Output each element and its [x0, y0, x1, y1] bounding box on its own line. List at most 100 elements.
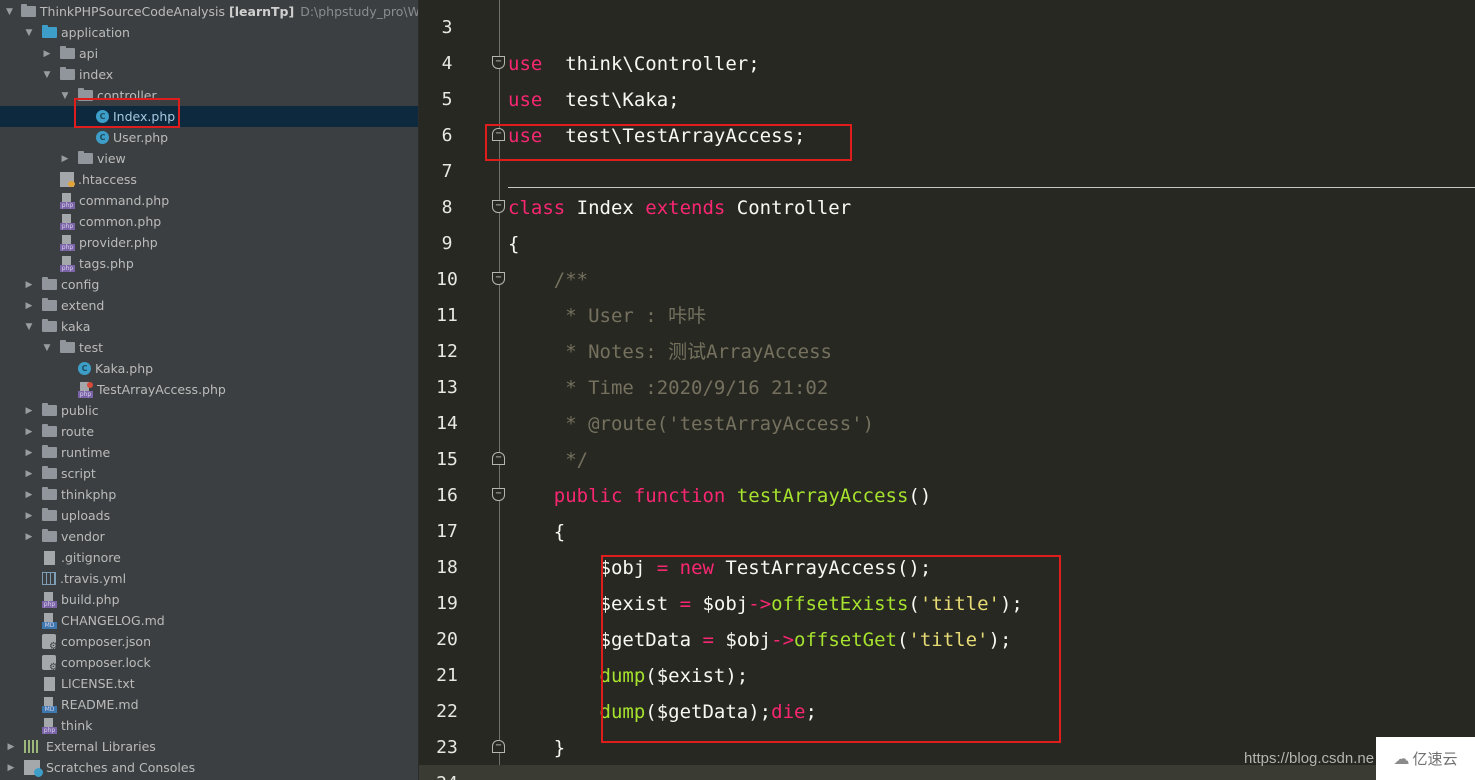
fold-end-icon[interactable]: −	[492, 452, 505, 465]
tree-item[interactable]: ▶ view	[0, 148, 418, 169]
tree-item[interactable]: C Index.php	[0, 106, 418, 127]
collapse-arrow-icon[interactable]: ▶	[42, 49, 52, 59]
code-line[interactable]: 14 * @route('testArrayAccess')	[419, 406, 1475, 442]
collapse-arrow-icon[interactable]: ▶	[24, 406, 34, 416]
code-text: * User : 咔咔	[508, 298, 706, 334]
tree-item[interactable]: ▶ runtime	[0, 442, 418, 463]
code-line[interactable]: 8 − class Index extends Controller	[419, 190, 1475, 226]
tree-item[interactable]: ▶ thinkphp	[0, 484, 418, 505]
code-line[interactable]: 15 − */	[419, 442, 1475, 478]
code-line[interactable]: 17 {	[419, 514, 1475, 550]
line-number: 23	[436, 737, 458, 758]
collapse-arrow-icon[interactable]: ▶	[60, 154, 70, 164]
tree-item[interactable]: ▶ script	[0, 463, 418, 484]
module-name: [learnTp]	[229, 4, 295, 19]
line-number: 17	[436, 521, 458, 542]
keyword-token: use	[508, 89, 543, 111]
tree-item[interactable]: .gitignore	[0, 547, 418, 568]
source-folder-icon	[42, 25, 57, 38]
code-line[interactable]: 9{	[419, 226, 1475, 262]
code-line[interactable]: 5 use test\Kaka;	[419, 82, 1475, 118]
folder-icon	[20, 4, 36, 17]
tree-item[interactable]: .travis.yml	[0, 568, 418, 589]
tree-item[interactable]: php provider.php	[0, 232, 418, 253]
tree-item-label: TestArrayAccess.php	[97, 382, 226, 397]
tree-item[interactable]: ▶ vendor	[0, 526, 418, 547]
fold-collapse-icon[interactable]: −	[492, 272, 505, 285]
tree-item[interactable]: composer.json	[0, 631, 418, 652]
code-line[interactable]: 13 * Time :2020/9/16 21:02	[419, 370, 1475, 406]
tree-item[interactable]: php think	[0, 715, 418, 736]
tree-item[interactable]: ▶ External Libraries	[0, 736, 418, 757]
collapse-arrow-icon[interactable]: ▶	[24, 490, 34, 500]
tree-item[interactable]: php common.php	[0, 211, 418, 232]
collapse-arrow-icon[interactable]: ▶	[24, 301, 34, 311]
line-number: 7	[441, 161, 453, 182]
tree-item[interactable]: php tags.php	[0, 253, 418, 274]
tree-item[interactable]: ▼ application	[0, 22, 418, 43]
collapse-arrow-icon[interactable]: ▶	[24, 469, 34, 479]
expand-arrow-icon[interactable]: ▼	[24, 322, 34, 332]
tree-item[interactable]: ▶ config	[0, 274, 418, 295]
expand-arrow-icon[interactable]: ▼	[42, 70, 52, 80]
code-text: * Notes: 测试ArrayAccess	[508, 334, 832, 370]
scratches-icon	[24, 760, 43, 777]
tree-root[interactable]: ▼ ThinkPHPSourceCodeAnalysis [learnTp] D:\p…	[0, 1, 418, 22]
fold-collapse-icon[interactable]: −	[492, 56, 505, 69]
tree-item[interactable]: composer.lock	[0, 652, 418, 673]
tree-item[interactable]: php command.php	[0, 190, 418, 211]
code-line[interactable]: 10 − /**	[419, 262, 1475, 298]
tree-item[interactable]: ▶ Scratches and Consoles	[0, 757, 418, 778]
expand-arrow-icon[interactable]: ▼	[42, 343, 52, 353]
collapse-arrow-icon[interactable]: ▶	[24, 511, 34, 521]
code-line[interactable]: 11 * User : 咔咔	[419, 298, 1475, 334]
line-number: 4	[441, 53, 453, 74]
fold-collapse-icon[interactable]: −	[492, 488, 505, 501]
project-name: ThinkPHPSourceCodeAnalysis	[39, 4, 226, 19]
tree-item[interactable]: ▶ public	[0, 400, 418, 421]
code-line[interactable]: 12 * Notes: 测试ArrayAccess	[419, 334, 1475, 370]
tree-item[interactable]: ▼ controller	[0, 85, 418, 106]
collapse-arrow-icon[interactable]: ▶	[24, 448, 34, 458]
tree-item[interactable]: ▶ extend	[0, 295, 418, 316]
tree-item[interactable]: ▶ uploads	[0, 505, 418, 526]
tree-item[interactable]: ▼ index	[0, 64, 418, 85]
tree-item[interactable]: ▼ kaka	[0, 316, 418, 337]
code-line[interactable]: 16 − public function testArrayAccess()	[419, 478, 1475, 514]
tree-item-label: External Libraries	[46, 739, 156, 754]
collapse-arrow-icon[interactable]: ▶	[24, 280, 34, 290]
tree-item[interactable]: ▼ test	[0, 337, 418, 358]
code-line[interactable]: 4 − use think\Controller;	[419, 46, 1475, 82]
comment-token: * Time :2020/9/16 21:02	[508, 377, 829, 399]
code-line[interactable]: 24	[419, 766, 1475, 780]
expand-arrow-icon[interactable]: ▼	[60, 91, 70, 101]
tree-item[interactable]: ▶ api	[0, 43, 418, 64]
expand-arrow-icon[interactable]: ▼	[24, 28, 34, 38]
collapse-arrow-icon[interactable]: ▶	[24, 532, 34, 542]
tree-item[interactable]: MD README.md	[0, 694, 418, 715]
code-line[interactable]: 3	[419, 10, 1475, 46]
fold-collapse-icon[interactable]: −	[492, 200, 505, 213]
tree-item[interactable]: ▶ route	[0, 421, 418, 442]
text-file-icon	[44, 676, 55, 691]
fold-end-icon[interactable]: −	[492, 740, 505, 753]
collapse-arrow-icon[interactable]: ▶	[6, 763, 16, 773]
code-editor[interactable]: 3 4− use think\Controller; 5 use test\Kaka; 6…	[419, 0, 1475, 780]
folder-icon	[42, 466, 57, 479]
tree-item[interactable]: C Kaka.php	[0, 358, 418, 379]
tree-item[interactable]: .htaccess	[0, 169, 418, 190]
line-number: 19	[436, 593, 458, 614]
code-text: }	[508, 730, 565, 766]
collapse-arrow-icon[interactable]: ▶	[6, 742, 16, 752]
expand-arrow-icon[interactable]: ▼	[6, 7, 13, 17]
tree-item[interactable]: php build.php	[0, 589, 418, 610]
htaccess-file-icon	[60, 172, 75, 187]
tree-item[interactable]: php TestArrayAccess.php	[0, 379, 418, 400]
tree-item[interactable]: LICENSE.txt	[0, 673, 418, 694]
collapse-arrow-icon[interactable]: ▶	[24, 427, 34, 437]
code-text: use think\Controller;	[508, 46, 760, 82]
tree-item[interactable]: MD CHANGELOG.md	[0, 610, 418, 631]
tree-item[interactable]: C User.php	[0, 127, 418, 148]
